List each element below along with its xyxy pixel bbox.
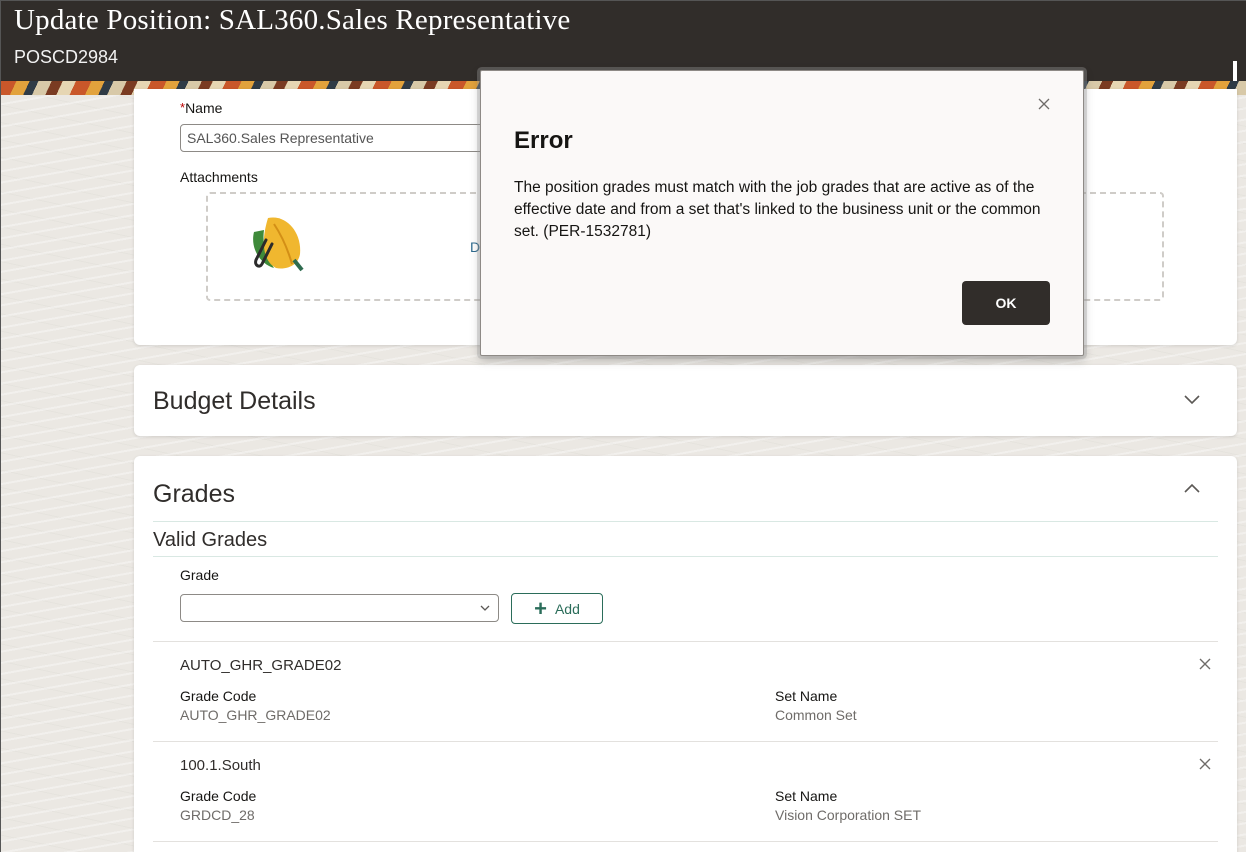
grade-code-label: Grade Code — [180, 788, 257, 804]
grade-row-title: 100.1.South — [180, 757, 261, 774]
chevron-down-icon[interactable] — [1181, 388, 1203, 410]
position-code: POSCD2984 — [14, 47, 119, 67]
budget-details-section[interactable]: Budget Details — [134, 365, 1237, 436]
grades-title: Grades — [153, 480, 235, 508]
scroll-indicator — [1233, 61, 1237, 83]
row-divider — [153, 841, 1218, 842]
set-name-label: Set Name — [775, 788, 838, 804]
add-grade-button[interactable]: + Add — [511, 593, 603, 624]
chevron-up-icon[interactable] — [1181, 478, 1203, 500]
grade-code-value: GRDCD_28 — [180, 807, 255, 823]
dropzone-link[interactable]: D — [470, 239, 480, 255]
error-dialog: Error The position grades must match wit… — [480, 70, 1084, 356]
grades-section: Grades Valid Grades Grade + Add AUTO_GHR… — [134, 456, 1237, 852]
remove-grade-close-icon[interactable] — [1198, 657, 1212, 671]
valid-grades-title: Valid Grades — [153, 529, 268, 551]
dialog-message: The position grades must match with the … — [514, 179, 1041, 240]
set-name-value: Vision Corporation SET — [775, 807, 922, 823]
name-input[interactable] — [180, 124, 500, 152]
add-label: Add — [554, 600, 580, 617]
set-name-value: Common Set — [775, 707, 857, 723]
close-icon[interactable] — [1038, 98, 1050, 110]
grade-row: 100.1.South Grade Code GRDCD_28 Set Name… — [134, 741, 1237, 841]
name-label: *Name — [180, 100, 223, 116]
valid-grades-divider — [153, 556, 1218, 557]
page-title: Update Position: SAL360.Sales Representa… — [14, 4, 571, 36]
budget-details-title: Budget Details — [153, 387, 316, 415]
attachment-leaf-icon — [253, 217, 304, 272]
grade-row: AUTO_GHR_GRADE02 Grade Code AUTO_GHR_GRA… — [134, 641, 1237, 741]
grade-select[interactable] — [180, 594, 499, 622]
grade-code-label: Grade Code — [180, 688, 257, 704]
set-name-label: Set Name — [775, 688, 838, 704]
remove-grade-close-icon[interactable] — [1198, 757, 1212, 771]
chevron-down-icon — [480, 605, 490, 611]
page-header: Update Position: SAL360.Sales Representa… — [1, 1, 1246, 83]
grade-code-value: AUTO_GHR_GRADE02 — [180, 707, 331, 723]
grade-row-title: AUTO_GHR_GRADE02 — [180, 657, 342, 674]
attachments-label: Attachments — [180, 169, 258, 185]
ok-button[interactable]: OK — [962, 281, 1050, 325]
dialog-title: Error — [514, 127, 573, 154]
plus-icon: + — [534, 595, 547, 621]
grades-divider — [153, 521, 1218, 522]
grade-label: Grade — [180, 567, 219, 583]
